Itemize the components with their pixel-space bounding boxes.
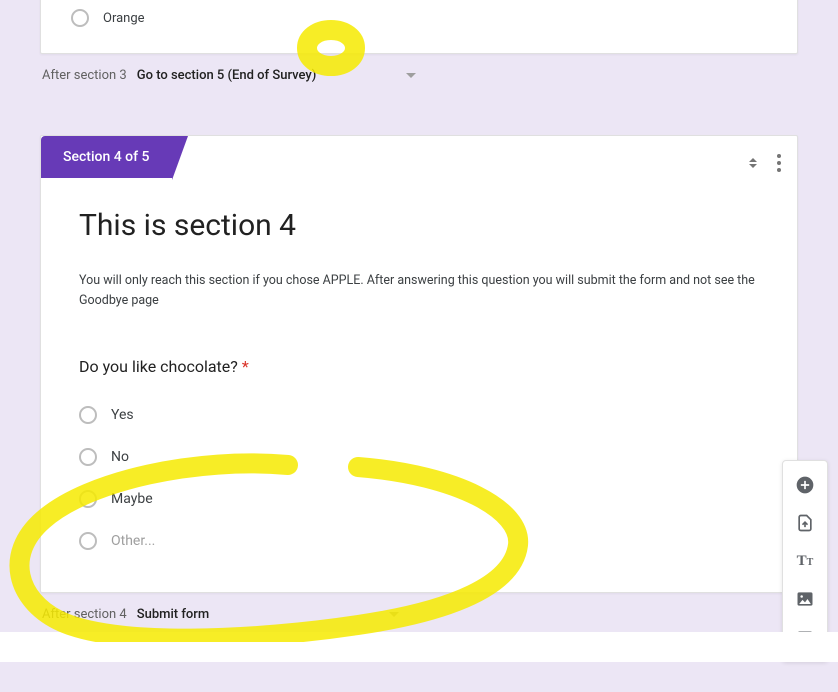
radio-option[interactable]: Maybe <box>79 478 759 520</box>
option-label-other: Other... <box>111 533 155 549</box>
radio-option[interactable]: Yes <box>79 394 759 436</box>
after-section-4-row: After section 4 Submit form <box>40 597 798 632</box>
section-menu-button[interactable] <box>771 148 783 178</box>
radio-icon <box>79 448 97 466</box>
radio-option-other[interactable]: Other... <box>79 520 759 562</box>
radio-option[interactable]: Orange <box>71 1 767 35</box>
collapse-toggle[interactable] <box>749 158 757 168</box>
after-section-label: After section 4 <box>42 607 127 622</box>
select-text: Go to section 5 (End of Survey) <box>137 68 317 83</box>
text-icon: TT <box>797 553 814 570</box>
option-label: Orange <box>103 11 145 26</box>
add-question-button[interactable] <box>787 467 823 503</box>
radio-icon <box>79 490 97 508</box>
radio-option[interactable]: No <box>79 436 759 478</box>
add-image-button[interactable] <box>787 581 823 617</box>
section-title[interactable]: This is section 4 <box>79 208 759 243</box>
select-text: Submit form <box>137 607 210 622</box>
after-section-3-row: After section 3 Go to section 5 (End of … <box>40 58 798 93</box>
section-badge: Section 4 of 5 <box>41 136 172 178</box>
import-questions-button[interactable] <box>787 505 823 541</box>
add-title-button[interactable]: TT <box>787 543 823 579</box>
section-4-card: Section 4 of 5 This is section 4 You wil… <box>40 135 798 593</box>
plus-circle-icon <box>795 475 815 495</box>
caret-down-icon <box>389 612 399 617</box>
question-text: Do you like chocolate? <box>79 357 238 376</box>
chevron-down-icon <box>749 164 757 168</box>
question-title[interactable]: Do you like chocolate? * <box>79 357 759 376</box>
option-label: No <box>111 449 129 465</box>
required-asterisk: * <box>242 357 249 376</box>
after-section-4-select[interactable]: Submit form <box>137 607 400 622</box>
after-section-label: After section 3 <box>42 68 127 83</box>
section-description[interactable]: You will only reach this section if you … <box>79 271 759 311</box>
after-section-3-select[interactable]: Go to section 5 (End of Survey) <box>137 68 417 83</box>
image-icon <box>795 589 815 609</box>
import-icon <box>795 513 815 533</box>
option-label: Maybe <box>111 491 153 507</box>
caret-down-icon <box>406 73 416 78</box>
section3-partial-card: Orange <box>40 0 798 54</box>
option-label: Yes <box>111 407 134 423</box>
radio-icon <box>79 532 97 550</box>
page-bottom-strip <box>0 632 838 662</box>
radio-icon <box>71 9 89 27</box>
section-badge-text: Section 4 of 5 <box>63 149 150 165</box>
radio-icon <box>79 406 97 424</box>
chevron-up-icon <box>749 158 757 162</box>
